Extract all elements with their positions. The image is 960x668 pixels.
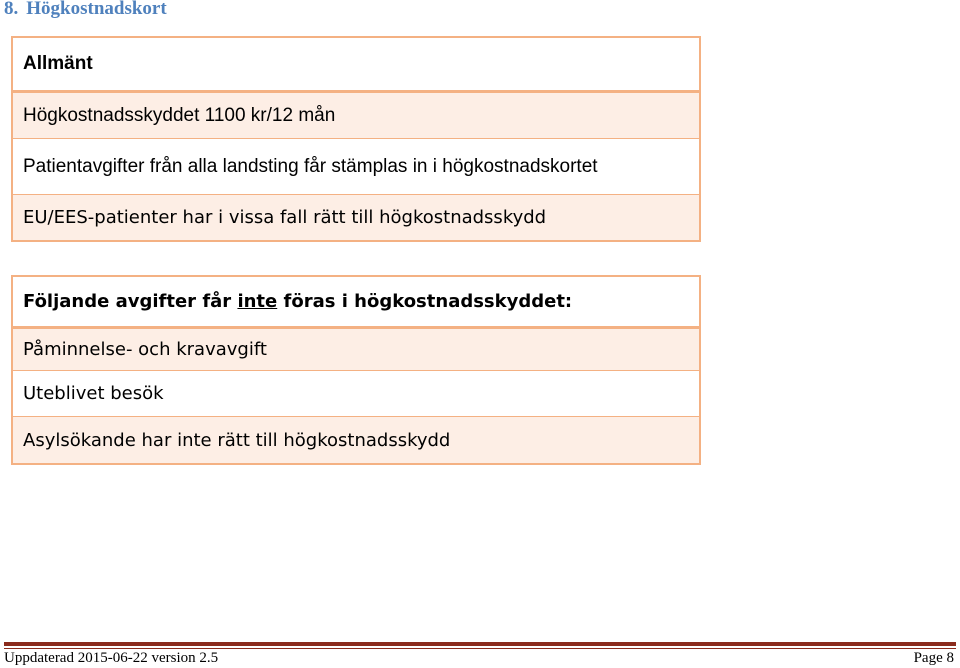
excluded-fees-header: Följande avgifter får inte föras i högko… (13, 277, 699, 326)
footer-rule-thin (4, 648, 956, 649)
section-number: 8. (4, 0, 19, 19)
table-row: Asylsökande har inte rätt till högkostna… (13, 416, 699, 463)
section-heading: 8. Högkostnadskort (4, 0, 167, 20)
footer-rule-thick (4, 642, 956, 646)
table-row: Patientavgifter från alla landsting får … (13, 138, 699, 194)
general-table-header: Allmänt (13, 38, 699, 90)
table-row-text: Högkostnadsskyddet 1100 kr/12 mån (23, 104, 336, 126)
table-row-text: Asylsökande har inte rätt till högkostna… (23, 429, 451, 451)
excluded-fees-header-underlined: inte (237, 291, 278, 312)
table-row: EU/EES-patienter har i vissa fall rätt t… (13, 194, 699, 240)
table-row: Högkostnadsskyddet 1100 kr/12 mån (13, 90, 699, 138)
excluded-fees-table: Följande avgifter får inte föras i högko… (11, 275, 701, 465)
table-row-text: Patientavgifter från alla landsting får … (23, 155, 598, 177)
footer-page-number: Page 8 (913, 650, 954, 666)
excluded-fees-header-suffix: föras i högkostnadsskyddet: (277, 291, 573, 312)
table-row: Påminnelse- och kravavgift (13, 326, 699, 370)
general-table: Allmänt Högkostnadsskyddet 1100 kr/12 må… (11, 36, 701, 242)
excluded-fees-header-prefix: Följande avgifter får (23, 291, 238, 312)
table-row-text: Uteblivet besök (23, 383, 164, 404)
footer-updated-text: Uppdaterad 2015-06-22 version 2.5 (4, 650, 219, 666)
section-title: Högkostnadskort (26, 0, 167, 19)
table-row-text: Påminnelse- och kravavgift (23, 339, 267, 360)
table-row: Uteblivet besök (13, 370, 699, 416)
table-row-text: EU/EES-patienter har i vissa fall rätt t… (23, 207, 547, 228)
general-table-header-label: Allmänt (23, 53, 93, 74)
